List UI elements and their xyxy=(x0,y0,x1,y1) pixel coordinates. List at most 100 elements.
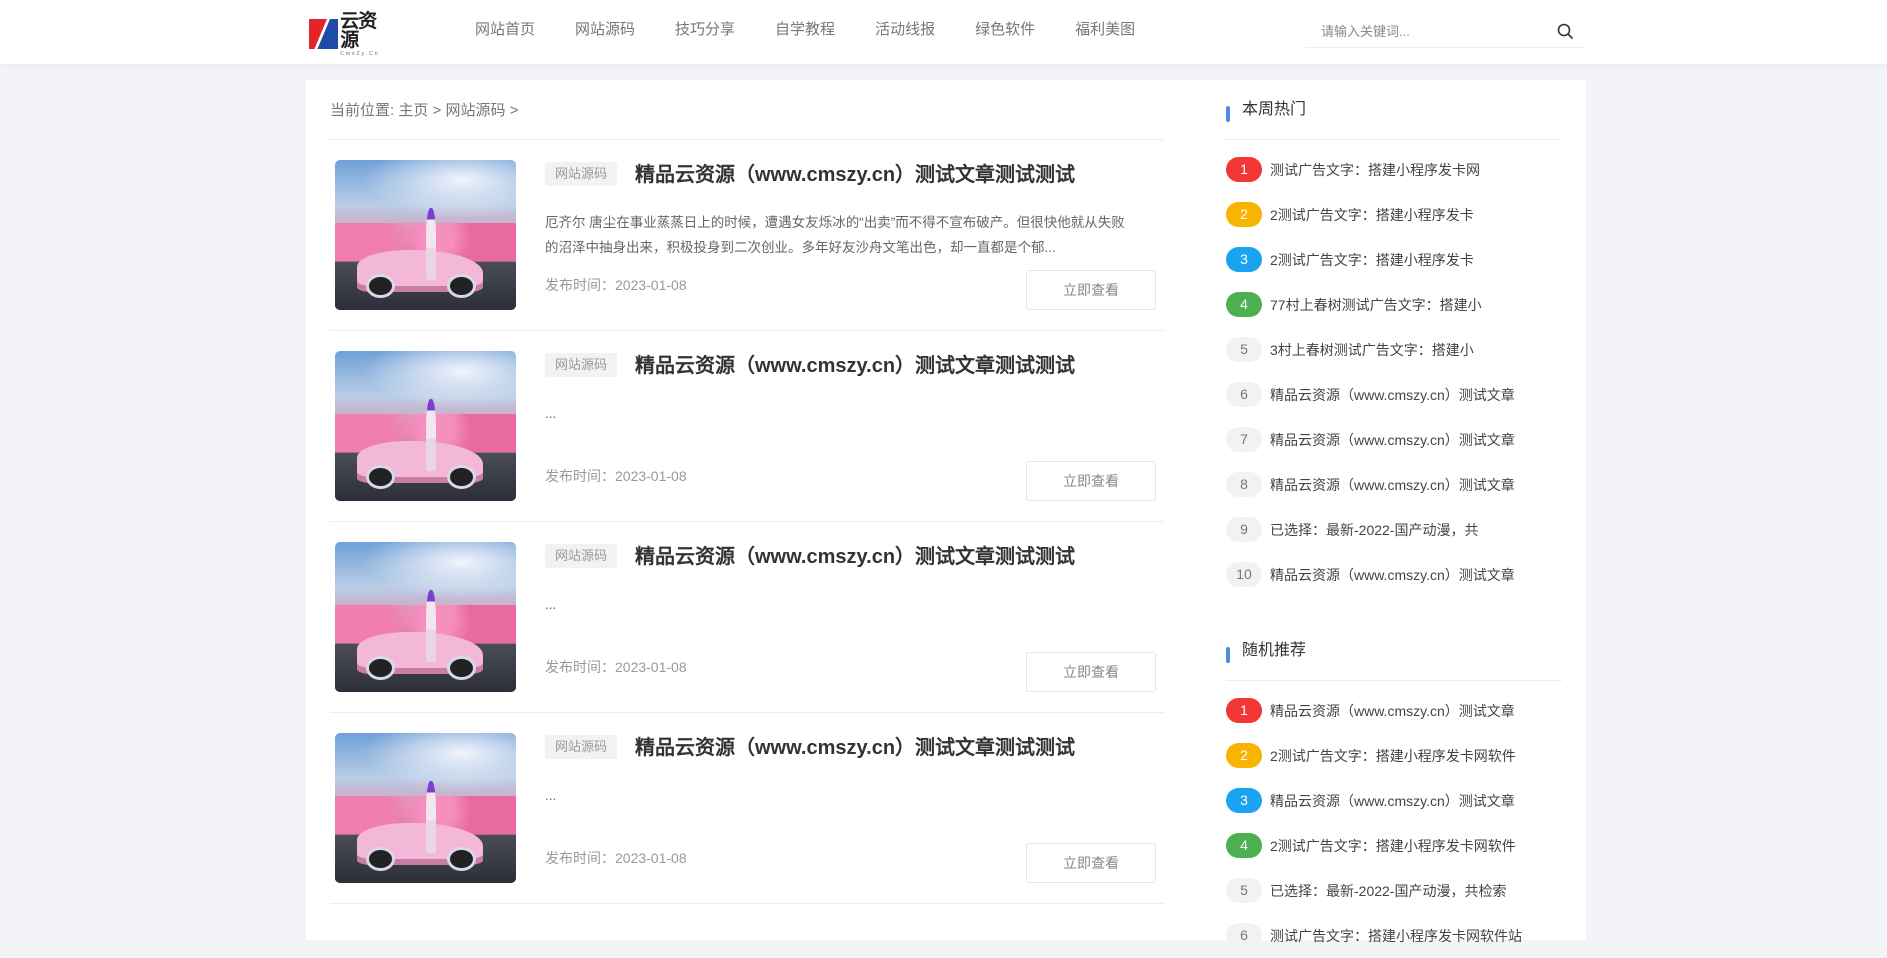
main-nav: 网站首页 网站源码 技巧分享 自学教程 活动线报 绿色软件 福利美图 xyxy=(475,0,1175,60)
post-thumbnail[interactable] xyxy=(335,351,516,501)
post-thumbnail[interactable] xyxy=(335,160,516,310)
hot-link[interactable]: 已选择：最新-2022-国产动漫，共 xyxy=(1270,520,1478,540)
site-logo[interactable]: 云资源 CmsZy.Cn xyxy=(309,12,393,56)
nav-item-home[interactable]: 网站首页 xyxy=(475,0,535,60)
rank-badge: 6 xyxy=(1226,923,1262,948)
breadcrumb-category[interactable]: 网站源码 xyxy=(445,102,505,119)
list-item: 2 2测试广告文字：搭建小程序发卡 xyxy=(1226,192,1562,237)
hot-link[interactable]: 精品云资源（www.cmszy.cn）测试文章 xyxy=(1270,430,1515,450)
post-title[interactable]: 精品云资源（www.cmszy.cn）测试文章测试测试 xyxy=(635,731,1075,760)
list-item: 10 精品云资源（www.cmszy.cn）测试文章 xyxy=(1226,552,1562,597)
nav-item-software[interactable]: 绿色软件 xyxy=(975,0,1035,60)
list-item: 4 77村上春树测试广告文字：搭建小 xyxy=(1226,282,1562,327)
post-thumbnail[interactable] xyxy=(335,733,516,883)
rank-badge: 7 xyxy=(1226,427,1262,452)
hot-link[interactable]: 精品云资源（www.cmszy.cn）测试文章 xyxy=(1270,565,1515,585)
rank-badge: 5 xyxy=(1226,337,1262,362)
hot-link[interactable]: 精品云资源（www.cmszy.cn）测试文章 xyxy=(1270,385,1515,405)
post-item: 网站源码 精品云资源（www.cmszy.cn）测试文章测试测试 厄齐尔 唐尘在… xyxy=(330,140,1165,331)
post-category-tag[interactable]: 网站源码 xyxy=(545,735,618,759)
list-item: 3 2测试广告文字：搭建小程序发卡 xyxy=(1226,237,1562,282)
rank-badge: 6 xyxy=(1226,382,1262,407)
random-link[interactable]: 精品云资源（www.cmszy.cn）测试文章 xyxy=(1270,701,1515,721)
nav-item-deals[interactable]: 活动线报 xyxy=(875,0,935,60)
breadcrumb: 当前位置: 主页 > 网站源码 > xyxy=(330,80,1165,140)
logo-name: 云资源 xyxy=(340,10,377,51)
list-item: 6 精品云资源（www.cmszy.cn）测试文章 xyxy=(1226,372,1562,417)
post-excerpt: ... xyxy=(545,788,557,803)
rank-badge: 1 xyxy=(1226,157,1262,182)
rank-badge: 2 xyxy=(1226,202,1262,227)
sidebar: 本周热门 1 测试广告文字：搭建小程序发卡网 2 2测试广告文字：搭建小程序发卡 3… xyxy=(1226,80,1562,958)
list-item: 9 已选择：最新-2022-国产动漫，共 xyxy=(1226,507,1562,552)
post-excerpt: ... xyxy=(545,406,557,421)
list-item: 7 精品云资源（www.cmszy.cn）测试文章 xyxy=(1226,417,1562,462)
content-container: 当前位置: 主页 > 网站源码 > 网站源码 精品云资源（www.cmszy.c… xyxy=(306,80,1586,948)
post-item: 网站源码 精品云资源（www.cmszy.cn）测试文章测试测试 ... 发布时… xyxy=(330,522,1165,713)
post-category-tag[interactable]: 网站源码 xyxy=(545,162,618,186)
hot-link[interactable]: 77村上春树测试广告文字：搭建小 xyxy=(1270,295,1482,315)
rank-badge: 9 xyxy=(1226,517,1262,542)
nav-item-tips[interactable]: 技巧分享 xyxy=(675,0,735,60)
post-title[interactable]: 精品云资源（www.cmszy.cn）测试文章测试测试 xyxy=(635,349,1075,378)
list-item: 5 3村上春树测试广告文字：搭建小 xyxy=(1226,327,1562,372)
random-widget: 随机推荐 1 精品云资源（www.cmszy.cn）测试文章 2 2测试广告文字：搭… xyxy=(1226,621,1562,958)
post-category-tag[interactable]: 网站源码 xyxy=(545,544,618,568)
hot-link[interactable]: 2测试广告文字：搭建小程序发卡 xyxy=(1270,250,1474,270)
post-title[interactable]: 精品云资源（www.cmszy.cn）测试文章测试测试 xyxy=(635,540,1075,569)
rank-badge: 1 xyxy=(1226,698,1262,723)
hot-link[interactable]: 2测试广告文字：搭建小程序发卡 xyxy=(1270,205,1474,225)
post-date: 发布时间：2023-01-08 xyxy=(545,850,687,866)
post-excerpt: ... xyxy=(545,597,557,612)
search-icon[interactable] xyxy=(1557,23,1573,39)
hot-list: 1 测试广告文字：搭建小程序发卡网 2 2测试广告文字：搭建小程序发卡 3 2测试广告… xyxy=(1226,140,1562,597)
logo-mark-icon xyxy=(309,19,339,49)
list-item: 1 测试广告文字：搭建小程序发卡网 xyxy=(1226,147,1562,192)
list-item: 6 测试广告文字：搭建小程序发卡网软件站 xyxy=(1226,913,1562,958)
hot-link[interactable]: 测试广告文字：搭建小程序发卡网 xyxy=(1270,160,1480,180)
post-category-tag[interactable]: 网站源码 xyxy=(545,353,618,377)
random-link[interactable]: 已选择：最新-2022-国产动漫，共检索 xyxy=(1270,881,1506,901)
list-item: 2 2测试广告文字：搭建小程序发卡网软件 xyxy=(1226,733,1562,778)
post-date: 发布时间：2023-01-08 xyxy=(545,468,687,484)
post-date: 发布时间：2023-01-08 xyxy=(545,659,687,675)
search-box xyxy=(1305,14,1585,48)
hot-widget: 本周热门 1 测试广告文字：搭建小程序发卡网 2 2测试广告文字：搭建小程序发卡 3… xyxy=(1226,80,1562,597)
nav-item-source[interactable]: 网站源码 xyxy=(575,0,635,60)
view-post-button[interactable]: 立即查看 xyxy=(1026,461,1156,501)
hot-link[interactable]: 3村上春树测试广告文字：搭建小 xyxy=(1270,340,1474,360)
list-item: 3 精品云资源（www.cmszy.cn）测试文章 xyxy=(1226,778,1562,823)
post-date: 发布时间：2023-01-08 xyxy=(545,277,687,293)
rank-badge: 5 xyxy=(1226,878,1262,903)
search-input[interactable] xyxy=(1305,14,1535,48)
list-item: 1 精品云资源（www.cmszy.cn）测试文章 xyxy=(1226,688,1562,733)
post-title[interactable]: 精品云资源（www.cmszy.cn）测试文章测试测试 xyxy=(635,158,1075,187)
view-post-button[interactable]: 立即查看 xyxy=(1026,652,1156,692)
breadcrumb-separator: > xyxy=(505,102,519,119)
list-item: 8 精品云资源（www.cmszy.cn）测试文章 xyxy=(1226,462,1562,507)
list-item: 5 已选择：最新-2022-国产动漫，共检索 xyxy=(1226,868,1562,913)
hot-widget-title: 本周热门 xyxy=(1226,80,1562,140)
breadcrumb-home[interactable]: 主页 xyxy=(398,102,428,119)
post-item: 网站源码 精品云资源（www.cmszy.cn）测试文章测试测试 ... 发布时… xyxy=(330,713,1165,904)
view-post-button[interactable]: 立即查看 xyxy=(1026,270,1156,310)
nav-item-tutorials[interactable]: 自学教程 xyxy=(775,0,835,60)
logo-domain: CmsZy.Cn xyxy=(340,50,380,57)
post-excerpt: 厄齐尔 唐尘在事业蒸蒸日上的时候，遭遇女友烁冰的“出卖”而不得不宣布破产。但很快… xyxy=(545,215,1125,255)
rank-badge: 10 xyxy=(1226,562,1262,587)
post-thumbnail[interactable] xyxy=(335,542,516,692)
random-link[interactable]: 测试广告文字：搭建小程序发卡网软件站 xyxy=(1270,926,1522,946)
random-link[interactable]: 2测试广告文字：搭建小程序发卡网软件 xyxy=(1270,746,1516,766)
breadcrumb-prefix: 当前位置: xyxy=(330,102,395,119)
post-list: 当前位置: 主页 > 网站源码 > 网站源码 精品云资源（www.cmszy.c… xyxy=(330,80,1165,904)
hot-link[interactable]: 精品云资源（www.cmszy.cn）测试文章 xyxy=(1270,475,1515,495)
breadcrumb-separator: > xyxy=(428,102,446,119)
view-post-button[interactable]: 立即查看 xyxy=(1026,843,1156,883)
rank-badge: 2 xyxy=(1226,743,1262,768)
rank-badge: 4 xyxy=(1226,292,1262,317)
nav-item-gallery[interactable]: 福利美图 xyxy=(1075,0,1135,60)
random-link[interactable]: 精品云资源（www.cmszy.cn）测试文章 xyxy=(1270,791,1515,811)
random-link[interactable]: 2测试广告文字：搭建小程序发卡网软件 xyxy=(1270,836,1516,856)
post-item: 网站源码 精品云资源（www.cmszy.cn）测试文章测试测试 ... 发布时… xyxy=(330,331,1165,522)
random-widget-title: 随机推荐 xyxy=(1226,621,1562,681)
